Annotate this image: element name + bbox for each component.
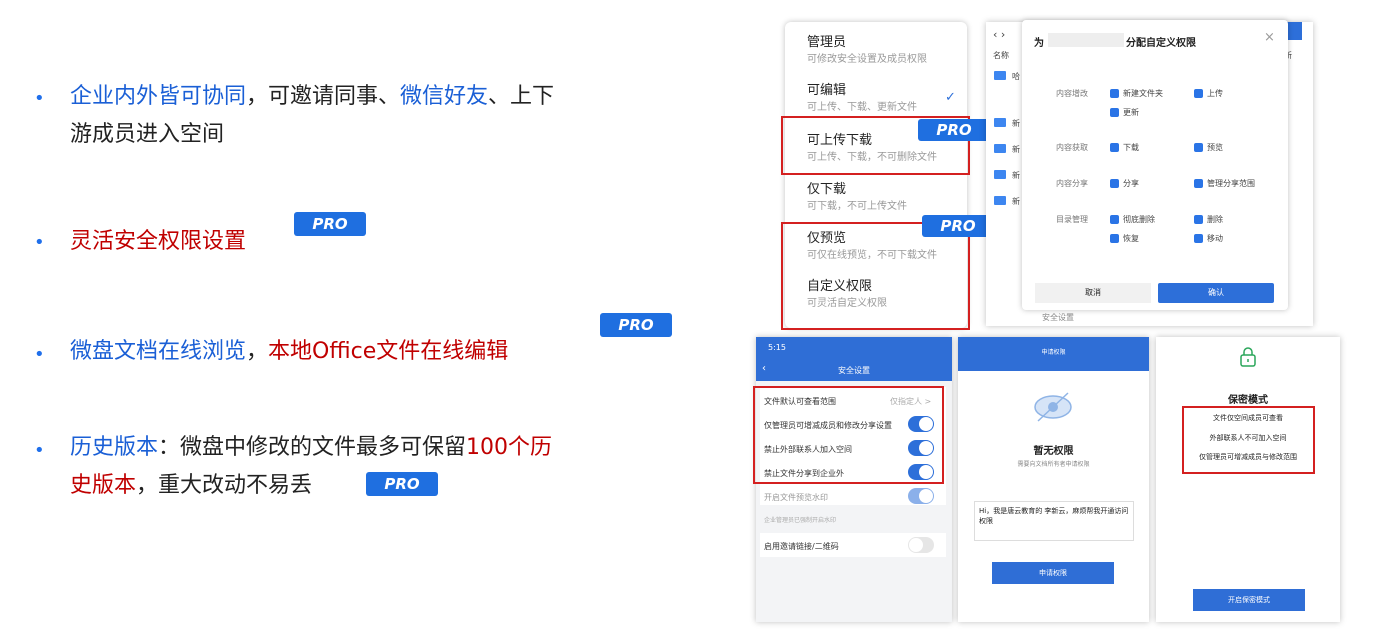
toggle-invite-link[interactable] <box>908 537 934 553</box>
name-placeholder <box>1048 33 1124 47</box>
perm-checkbox[interactable]: 恢复 <box>1110 233 1139 244</box>
text: ：微盘中修改的文件最多可保留 <box>158 435 467 460</box>
dialog-title-prefix: 为 <box>1034 38 1044 49</box>
no-permission-title: 暂无权限 <box>1033 446 1074 457</box>
perm-checkbox[interactable]: 上传 <box>1194 88 1223 99</box>
section-label: 内容增改 <box>1056 89 1088 98</box>
pro-badge: PRO <box>294 212 366 236</box>
menu-title: 管理员 <box>807 35 847 50</box>
section-label: 内容获取 <box>1056 143 1088 152</box>
menu-item-download-only[interactable]: 仅下载可下载，不可上传文件 <box>807 181 907 215</box>
text: ， <box>246 339 269 364</box>
perm-checkbox[interactable]: 预览 <box>1194 142 1223 153</box>
confidential-title: 保密模式 <box>1228 395 1268 406</box>
enable-confidential-button[interactable]: 开启保密模式 <box>1193 589 1305 611</box>
toggle-watermark[interactable] <box>908 488 934 504</box>
bullet-online: 微盘文档在线浏览，本地Office文件在线编辑 <box>70 333 670 371</box>
folder-icon <box>994 118 1006 127</box>
menu-item-admin[interactable]: 管理员可修改安全设置及成员权限 <box>807 34 927 68</box>
custom-permission-dialog: 为 分配自定义权限 × 内容增改 新建文件夹 上传 更新 内容获取 下载 预览 … <box>1022 20 1288 310</box>
perm-checkbox[interactable]: 分享 <box>1110 178 1139 189</box>
text: ，可邀请同事、 <box>246 84 401 109</box>
pro-badge: PRO <box>922 215 994 237</box>
text-highlight: 历史版本 <box>70 435 159 460</box>
text-highlight: 微信好友 <box>400 84 489 109</box>
perm-checkbox[interactable]: 新建文件夹 <box>1110 88 1163 99</box>
file-name[interactable]: 哈 <box>1012 71 1020 82</box>
text-highlight: 灵活安全权限设置 <box>70 229 247 254</box>
cancel-button[interactable]: 取消 <box>1035 283 1151 303</box>
row-label: 开启文件预览水印 <box>764 493 828 502</box>
bullet-dot: • <box>34 440 45 461</box>
highlight-box <box>1182 406 1315 474</box>
bullet-dot: • <box>34 232 45 253</box>
text-highlight: 本地Office文件在线编辑 <box>268 339 509 364</box>
perm-checkbox[interactable]: 彻底删除 <box>1110 214 1155 225</box>
phone-confidential-mode: 保密模式 文件仅空间成员可查看 外部联系人不可加入空间 仅管理员可增减成员与修改… <box>1156 337 1340 622</box>
nav-title: 申请权限 <box>1041 349 1066 356</box>
nav-title: 安全设置 <box>838 366 870 375</box>
pro-badge: PRO <box>366 472 438 496</box>
eye-off-icon <box>1034 392 1072 422</box>
security-footer: 安全设置 <box>1042 313 1074 322</box>
phone-no-permission: 申请权限 暂无权限 需要向文档所有者申请权限 Hi，我是唐云教育的 李新云，麻烦… <box>958 337 1149 622</box>
folder-icon <box>994 170 1006 179</box>
file-name[interactable]: 新 <box>1012 118 1020 129</box>
check-icon: ✓ <box>945 90 956 105</box>
file-name[interactable]: 新 <box>1012 170 1020 181</box>
text: ，重大改动不易丢 <box>136 473 313 498</box>
request-message[interactable]: Hi，我是唐云教育的 李新云，麻烦帮我开通访问权限 <box>974 501 1134 541</box>
section-label: 内容分享 <box>1056 179 1088 188</box>
text: 游成员进入空间 <box>70 122 225 147</box>
perm-checkbox[interactable]: 删除 <box>1194 214 1223 225</box>
confirm-button[interactable]: 确认 <box>1158 283 1274 303</box>
bullet-dot: • <box>34 88 45 109</box>
highlight-box <box>753 386 944 484</box>
folder-icon <box>994 196 1006 205</box>
request-button[interactable]: 申请权限 <box>992 562 1114 584</box>
bullet-dot: • <box>34 344 45 365</box>
lock-icon <box>1240 347 1256 367</box>
bullet-security: 灵活安全权限设置 <box>70 223 670 261</box>
bullet-collab: 企业内外皆可协同，可邀请同事、微信好友、上下游成员进入空间 <box>70 78 670 154</box>
menu-sub: 可修改安全设置及成员权限 <box>807 54 927 65</box>
menu-sub: 可上传、下载、更新文件 <box>807 102 917 113</box>
text-highlight: 微盘文档在线浏览 <box>70 339 247 364</box>
menu-item-edit[interactable]: 可编辑可上传、下载、更新文件 <box>807 82 917 116</box>
text: 、上下 <box>488 84 555 109</box>
row-label: 启用邀请链接/二维码 <box>764 542 839 551</box>
close-icon[interactable]: × <box>1264 30 1275 45</box>
menu-sub: 可下载，不可上传文件 <box>807 201 907 212</box>
highlight-box <box>781 222 970 330</box>
status-time: 5:15 <box>768 343 786 352</box>
dialog-title: 分配自定义权限 <box>1126 38 1196 49</box>
text-highlight: 企业内外皆可协同 <box>70 84 247 109</box>
no-permission-sub: 需要向文档所有者申请权限 <box>1017 461 1090 468</box>
menu-title: 仅下载 <box>807 182 847 197</box>
perm-checkbox[interactable]: 管理分享范围 <box>1194 178 1255 189</box>
watermark-note: 企业管理员已强制开启水印 <box>764 517 837 524</box>
column-name: 名称 <box>993 51 1009 60</box>
text-highlight: 史版本 <box>70 473 137 498</box>
perm-checkbox[interactable]: 更新 <box>1110 107 1139 118</box>
section-label: 目录管理 <box>1056 215 1088 224</box>
file-name[interactable]: 新 <box>1012 196 1020 207</box>
menu-title: 可编辑 <box>807 83 847 98</box>
folder-icon <box>994 144 1006 153</box>
perm-checkbox[interactable]: 下载 <box>1110 142 1139 153</box>
folder-icon <box>994 71 1006 80</box>
pro-badge: PRO <box>918 119 990 141</box>
back-icon[interactable]: ‹ › <box>993 28 1005 41</box>
file-name[interactable]: 新 <box>1012 144 1020 155</box>
perm-checkbox[interactable]: 移动 <box>1194 233 1223 244</box>
text-highlight: 100个历 <box>466 435 553 460</box>
pro-badge: PRO <box>600 313 672 337</box>
